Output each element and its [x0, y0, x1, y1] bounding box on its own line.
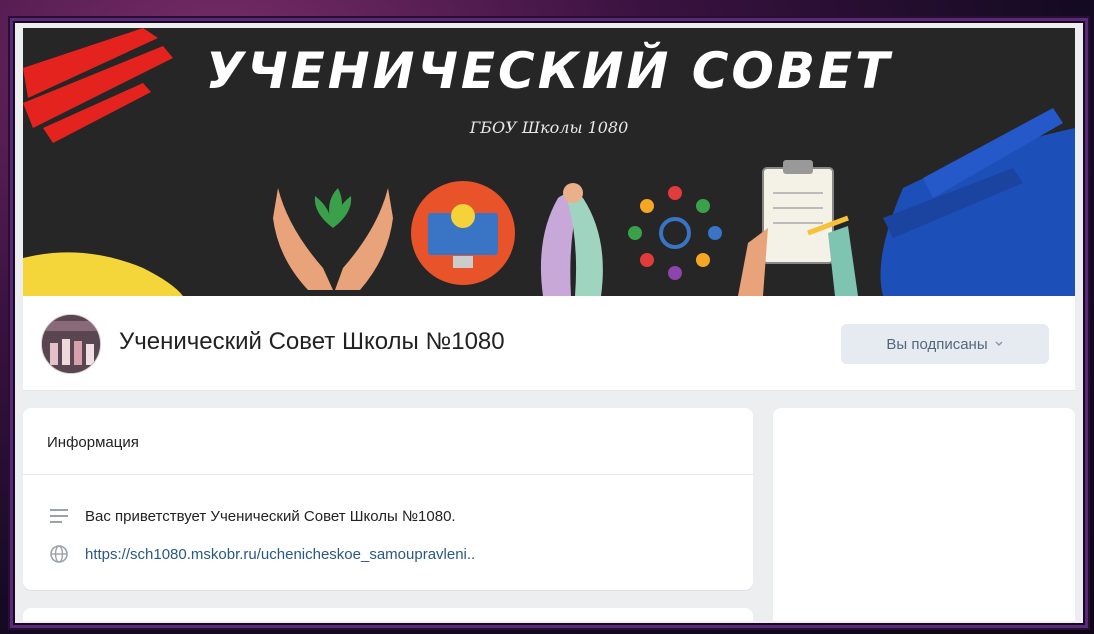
clipboard-writing-icon	[738, 160, 858, 296]
computer-lightbulb-icon	[411, 181, 515, 285]
info-divider	[23, 474, 753, 475]
cover-image: УЧЕНИЧЕСКИЙ СОВЕТ ГБОУ Школы 1080	[23, 28, 1075, 296]
people-circle-icon	[628, 186, 722, 280]
hands-plant-icon	[273, 188, 393, 290]
group-name: Ученический Совет Школы №1080	[119, 328, 505, 355]
group-header: Ученический Совет Школы №1080 Вы подписа…	[23, 296, 1075, 391]
right-side-card	[773, 408, 1075, 621]
globe-icon	[47, 542, 71, 566]
info-card: Информация Вас приветствует Ученический …	[23, 408, 753, 590]
cover-subtitle: ГБОУ Школы 1080	[469, 118, 629, 137]
chevron-down-icon	[994, 336, 1004, 353]
group-avatar[interactable]	[41, 314, 101, 374]
subscribed-button[interactable]: Вы подписаны	[841, 324, 1049, 364]
text-lines-icon	[47, 504, 71, 528]
raised-hands-icon	[540, 183, 603, 296]
avatar-photo	[42, 315, 100, 373]
cover-title: УЧЕНИЧЕСКИЙ СОВЕТ	[205, 42, 893, 100]
website-link[interactable]: https://sch1080.mskobr.ru/uchenicheskoe_…	[85, 546, 475, 563]
vk-group-page: УЧЕНИЧЕСКИЙ СОВЕТ ГБОУ Школы 1080 Ученич…	[23, 28, 1075, 621]
info-title: Информация	[47, 434, 139, 451]
description-row: Вас приветствует Ученический Совет Школы…	[47, 504, 456, 528]
website-row[interactable]: https://sch1080.mskobr.ru/uchenicheskoe_…	[47, 542, 475, 566]
subscribed-label: Вы подписаны	[886, 335, 988, 353]
next-card	[23, 608, 753, 621]
screenshot-frame: УЧЕНИЧЕСКИЙ СОВЕТ ГБОУ Школы 1080 Ученич…	[10, 18, 1088, 628]
description-text: Вас приветствует Ученический Совет Школы…	[85, 507, 456, 525]
